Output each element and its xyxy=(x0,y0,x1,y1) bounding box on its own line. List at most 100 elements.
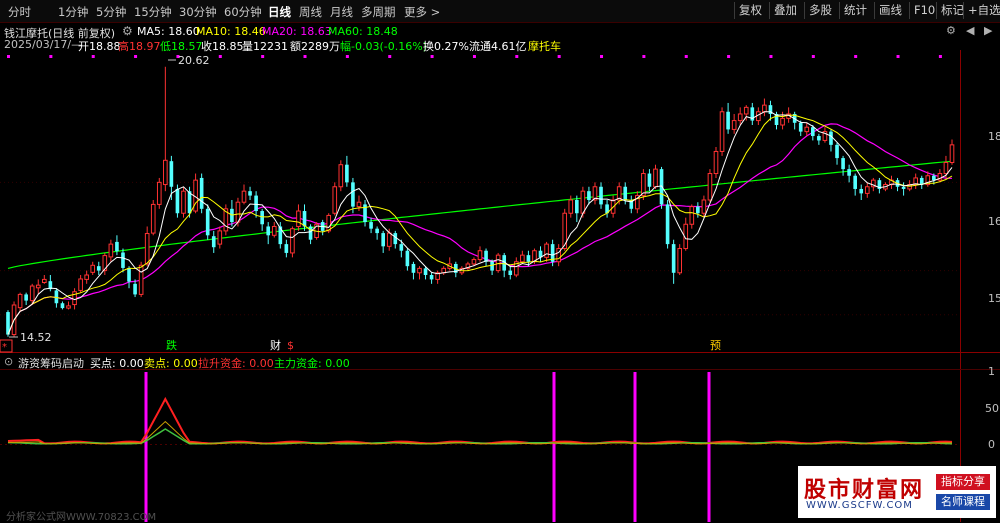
candle-body-down xyxy=(54,290,59,304)
candle-body-down xyxy=(817,136,821,141)
candle-body-up xyxy=(338,164,344,188)
candle-body-down xyxy=(665,204,670,245)
candle-body-up xyxy=(356,201,362,208)
candle-body-up xyxy=(580,190,586,214)
kline-chart[interactable]: 20.62 14.52 18 16 15 * 跌 财 $ 预 1 50 0 xyxy=(0,0,1000,522)
event-dot xyxy=(218,55,222,58)
event-marker[interactable]: * xyxy=(2,342,7,353)
event-dot xyxy=(91,55,95,58)
ma10-polyline xyxy=(7,114,953,335)
event-dot xyxy=(472,55,476,58)
candle-body-up xyxy=(138,264,144,295)
indicator-tick: 0 xyxy=(988,438,995,451)
candle-body-down xyxy=(60,303,65,309)
event-marker-finance[interactable]: 财 xyxy=(270,338,281,352)
event-marker-down[interactable]: 跌 xyxy=(166,338,177,352)
event-dot xyxy=(600,55,604,58)
event-dot-row xyxy=(7,55,942,58)
ma5-polyline xyxy=(7,111,953,335)
candle-body-up xyxy=(653,168,658,188)
candle-body-up xyxy=(544,243,549,258)
candle-body-up xyxy=(163,159,168,186)
candle-body-down xyxy=(853,175,857,189)
candle-body-up xyxy=(271,225,277,236)
candle-body-up xyxy=(495,254,501,272)
candle-body-up xyxy=(217,230,223,245)
ma20-line xyxy=(7,123,952,335)
candle-body-down xyxy=(575,200,579,214)
event-marker-dollar[interactable]: $ xyxy=(287,339,294,352)
candle-body-down xyxy=(175,188,180,214)
candle-body-up xyxy=(156,181,162,205)
candle-body-up xyxy=(780,117,785,126)
candle-body-up xyxy=(719,111,725,152)
indicator-main: 主力资金: 0.00 xyxy=(274,357,350,370)
candle-body-down xyxy=(841,158,845,170)
event-dot xyxy=(345,55,349,58)
candle-body-down xyxy=(199,177,204,209)
candle-body-down xyxy=(508,270,513,275)
candle-body-down xyxy=(859,188,864,194)
candle-body-down xyxy=(798,122,803,132)
candle-body-down xyxy=(284,244,289,253)
candle-body-down xyxy=(901,186,906,189)
candle-body-down xyxy=(811,127,815,137)
candle-body-down xyxy=(24,294,28,301)
event-dot xyxy=(896,55,900,58)
footer-watermark: 分析家公式网WWW.70823.COM xyxy=(6,512,157,523)
candle-body-down xyxy=(423,268,428,275)
candle-body-up xyxy=(290,228,295,254)
indicator-yellow-curve xyxy=(7,420,953,445)
candle-body-down xyxy=(254,195,258,212)
indicator-collapse-icon[interactable]: ⊙ xyxy=(4,355,13,368)
candle-body-up xyxy=(568,199,574,214)
ma20-polyline xyxy=(7,123,952,335)
event-dot xyxy=(938,55,942,58)
event-marker-forecast[interactable]: 预 xyxy=(710,339,721,352)
event-dot xyxy=(811,55,815,58)
candle-body-up xyxy=(731,120,737,130)
candle-body-down xyxy=(405,250,410,267)
indicator-pull: 拉升资金: 0.00 xyxy=(198,357,274,370)
event-dot xyxy=(684,55,688,58)
candle-body-down xyxy=(248,191,252,196)
candle-body-up xyxy=(84,274,89,280)
high-price-annotation: 20.62 xyxy=(178,54,210,67)
event-dot xyxy=(7,55,10,58)
candle-body-down xyxy=(599,186,603,205)
candle-group xyxy=(6,66,955,337)
candle-body-up xyxy=(713,150,719,175)
candle-body-up xyxy=(864,186,870,194)
watermark-url: WWW.GSCFW.COM xyxy=(806,500,913,511)
candle-body-down xyxy=(187,191,192,214)
candle-body-up xyxy=(417,267,422,274)
candle-body-down xyxy=(696,206,700,214)
candle-body-up xyxy=(689,206,695,225)
watermark-tag-course: 名师课程 xyxy=(936,494,990,510)
candle-body-down xyxy=(399,244,404,251)
candle-body-down xyxy=(169,161,174,187)
candle-body-up xyxy=(181,190,186,214)
candle-body-down xyxy=(429,275,434,280)
candle-body-up xyxy=(108,243,114,258)
candle-body-up xyxy=(641,173,646,197)
candle-body-up xyxy=(701,199,707,214)
candle-body-up xyxy=(943,162,949,175)
candle-body-up xyxy=(949,144,955,163)
event-dot xyxy=(303,55,307,58)
candle-body-down xyxy=(647,173,652,187)
candle-body-down xyxy=(847,169,851,176)
event-dot xyxy=(642,55,646,58)
candle-body-down xyxy=(932,175,936,181)
event-dot xyxy=(388,55,392,58)
candle-body-up xyxy=(29,285,35,302)
indicator-tick: 50 xyxy=(985,402,999,415)
candle-body-down xyxy=(381,233,385,247)
candle-body-down xyxy=(490,261,494,271)
candle-body-down xyxy=(411,263,416,273)
candle-body-down xyxy=(835,144,839,159)
candle-body-down xyxy=(351,182,355,207)
candle-body-up xyxy=(150,203,156,234)
candle-body-up xyxy=(743,106,749,115)
price-tick: 15 xyxy=(988,292,1000,305)
